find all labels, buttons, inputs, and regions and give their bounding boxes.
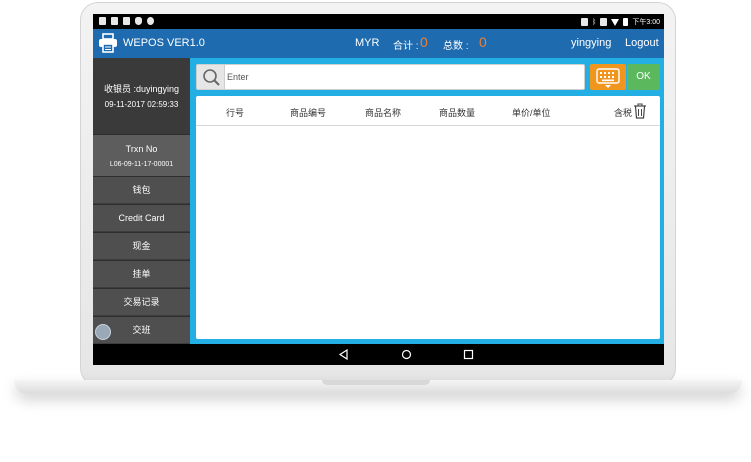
logout-button[interactable]: Logout — [625, 37, 659, 49]
cashier-name: 收银员 :duyingying — [103, 84, 180, 94]
nfc-icon — [581, 18, 589, 26]
status-right-icons: ᛒ 下午3:00 — [581, 17, 660, 27]
status-bar: ᛒ 下午3:00 — [93, 14, 664, 29]
android-nav-bar — [93, 344, 664, 365]
home-icon[interactable] — [401, 349, 412, 360]
sidebar-item-cash[interactable]: 现金 — [93, 232, 190, 259]
sidebar-item-transactions[interactable]: 交易记录 — [93, 288, 190, 315]
app-header: WEPOS VER1.0 MYR 合计 : 0 总数 : 0 yingying … — [93, 29, 664, 58]
search-button[interactable] — [197, 65, 225, 89]
ok-button[interactable]: OK — [627, 64, 660, 90]
cashier-datetime: 09-11-2017 02:59:33 — [104, 100, 179, 109]
device-screen: ᛒ 下午3:00 WEPOS VER1.0 MYR 合计 : 0 总数 : 0 … — [93, 14, 664, 365]
search-input[interactable] — [227, 67, 577, 87]
vibrate-icon — [600, 18, 608, 26]
sidebar-item-hold-order[interactable]: 挂单 — [93, 260, 190, 287]
printer-icon — [99, 33, 117, 53]
trxn-number: L06-09-11-17-00001 — [109, 161, 174, 168]
floating-assist-icon[interactable] — [95, 324, 111, 340]
wifi-icon — [611, 18, 620, 26]
trxn-label: Trxn No — [125, 144, 158, 154]
sidebar: 收银员 :duyingying 09-11-2017 02:59:33 Trxn… — [93, 58, 190, 344]
image-icon — [123, 17, 130, 25]
shield-icon — [135, 17, 142, 25]
column-header-item-code: 商品编号 — [290, 108, 327, 118]
cashier-info: 收银员 :duyingying 09-11-2017 02:59:33 — [93, 58, 190, 134]
order-table: 行号 商品编号 商品名称 商品数量 单价/单位 含税 — [196, 96, 660, 339]
table-header: 行号 商品编号 商品名称 商品数量 单价/单位 含税 — [196, 96, 660, 126]
keyboard-icon — [596, 68, 620, 88]
count-value: 0 — [479, 34, 487, 50]
currency-label: MYR — [355, 37, 380, 49]
total-value: 0 — [420, 34, 428, 50]
username: yingying — [571, 37, 612, 49]
search-bar — [196, 64, 585, 90]
bluetooth-icon: ᛒ — [592, 18, 597, 26]
recent-apps-icon[interactable] — [463, 349, 474, 360]
app-icon — [147, 17, 154, 25]
trash-icon[interactable] — [633, 103, 647, 119]
battery-icon — [623, 18, 629, 26]
column-header-quantity: 商品数量 — [439, 108, 476, 118]
column-header-unit-price: 单价/单位 — [512, 108, 551, 118]
count-label: 总数 : — [443, 41, 469, 52]
notification-icon — [99, 17, 106, 25]
laptop-notch — [322, 380, 430, 385]
search-icon — [203, 69, 220, 86]
app-title: WEPOS VER1.0 — [123, 37, 205, 49]
status-time: 下午3:00 — [632, 19, 660, 26]
column-header-tax: 含税 — [614, 108, 633, 118]
column-header-line-no: 行号 — [226, 108, 245, 118]
sidebar-item-wallet[interactable]: 钱包 — [93, 176, 190, 203]
main-panel: OK 行号 商品编号 商品名称 商品数量 单价/单位 含税 — [190, 58, 664, 344]
column-header-item-name: 商品名称 — [365, 108, 402, 118]
status-left-icons — [99, 17, 154, 25]
sidebar-item-credit-card[interactable]: Credit Card — [93, 204, 190, 231]
transaction-info: Trxn No L06-09-11-17-00001 — [93, 134, 190, 176]
signal-off-icon — [111, 17, 118, 25]
total-label: 合计 : — [393, 41, 419, 52]
keyboard-button[interactable] — [590, 64, 626, 90]
back-icon[interactable] — [338, 349, 349, 360]
